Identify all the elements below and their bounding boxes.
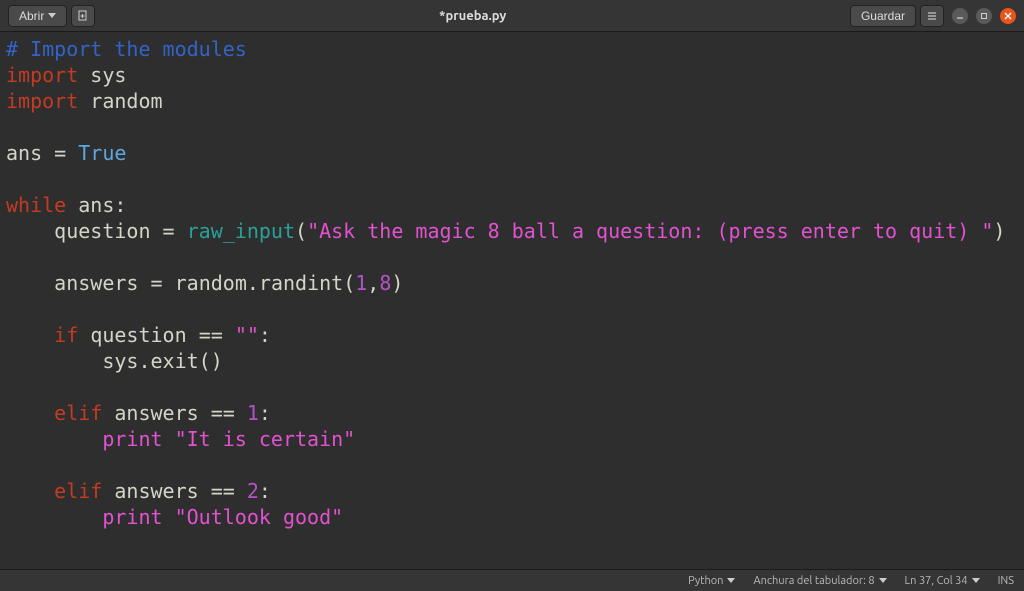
maximize-button[interactable] [976, 8, 992, 24]
code-const: True [78, 141, 126, 165]
code-op: == [199, 323, 223, 347]
language-selector[interactable]: Python [688, 575, 735, 587]
minimize-icon [956, 12, 964, 20]
new-document-icon [77, 10, 89, 22]
code-op: == [211, 479, 235, 503]
tab-width-label: Anchura del tabulador: 8 [753, 575, 874, 587]
code-op: . [138, 349, 150, 373]
code-num: 1 [355, 271, 367, 295]
code-paren: ) [993, 219, 1005, 243]
code-keyword: while [6, 193, 66, 217]
code-string: "It is certain" [175, 427, 356, 451]
new-tab-button[interactable] [71, 5, 95, 27]
code-paren: ( [199, 349, 211, 373]
code-num: 1 [247, 401, 259, 425]
code-paren: ( [295, 219, 307, 243]
code-op: : [259, 401, 271, 425]
code-builtin: print [102, 427, 162, 451]
close-icon [1004, 12, 1012, 20]
code-op: : [259, 323, 271, 347]
open-label: Abrir [19, 9, 44, 23]
hamburger-icon [926, 10, 938, 22]
code-ident: random [175, 271, 247, 295]
code-ident: answers [54, 271, 138, 295]
code-paren: ) [391, 271, 403, 295]
code-func: raw_input [187, 219, 295, 243]
titlebar: Abrir *prueba.py Guardar [0, 0, 1024, 32]
close-button[interactable] [1000, 8, 1016, 24]
code-op: = [54, 141, 66, 165]
titlebar-left: Abrir [8, 5, 95, 27]
statusbar: Python Anchura del tabulador: 8 Ln 37, C… [0, 569, 1024, 591]
code-comment: # Import the modules [6, 37, 247, 61]
code-paren: ( [343, 271, 355, 295]
insert-mode[interactable]: INS [998, 575, 1014, 587]
save-button[interactable]: Guardar [850, 5, 916, 27]
mode-label: INS [998, 575, 1014, 587]
code-keyword: import [6, 89, 78, 113]
code-ident: answers [114, 401, 198, 425]
window-title: *prueba.py [95, 9, 850, 23]
code-op: . [247, 271, 259, 295]
code-ident: randint [259, 271, 343, 295]
code-ident: ans [78, 193, 114, 217]
code-op: == [211, 401, 235, 425]
code-string: "" [235, 323, 259, 347]
hamburger-menu-button[interactable] [920, 5, 944, 27]
code-keyword: elif [54, 401, 102, 425]
code-ident: sys [90, 63, 126, 87]
code-string: "Outlook good" [175, 505, 344, 529]
code-keyword: if [54, 323, 78, 347]
code-ident: ans [6, 141, 42, 165]
language-label: Python [688, 575, 723, 587]
titlebar-right: Guardar [850, 5, 1016, 27]
cursor-position[interactable]: Ln 37, Col 34 [905, 575, 980, 587]
chevron-down-icon [727, 578, 735, 583]
code-builtin: print [102, 505, 162, 529]
code-keyword: import [6, 63, 78, 87]
code-num: 2 [247, 479, 259, 503]
minimize-button[interactable] [952, 8, 968, 24]
chevron-down-icon [972, 578, 980, 583]
code-ident: question [90, 323, 186, 347]
code-op: : [259, 479, 271, 503]
code-op: , [367, 271, 379, 295]
code-num: 8 [379, 271, 391, 295]
chevron-down-icon [879, 578, 887, 583]
chevron-down-icon [48, 13, 56, 18]
code-keyword: elif [54, 479, 102, 503]
code-op: = [163, 219, 175, 243]
tab-width-selector[interactable]: Anchura del tabulador: 8 [753, 575, 886, 587]
code-editor[interactable]: # Import the modules import sys import r… [0, 32, 1024, 569]
code-paren: ) [211, 349, 223, 373]
code-op: = [151, 271, 163, 295]
maximize-icon [980, 12, 988, 20]
open-button[interactable]: Abrir [8, 5, 67, 27]
code-op: : [114, 193, 126, 217]
code-ident: answers [114, 479, 198, 503]
code-ident: exit [151, 349, 199, 373]
code-ident: question [54, 219, 150, 243]
code-ident: sys [102, 349, 138, 373]
position-label: Ln 37, Col 34 [905, 575, 968, 587]
code-ident: random [90, 89, 162, 113]
code-string: "Ask the magic 8 ball a question: (press… [307, 219, 993, 243]
